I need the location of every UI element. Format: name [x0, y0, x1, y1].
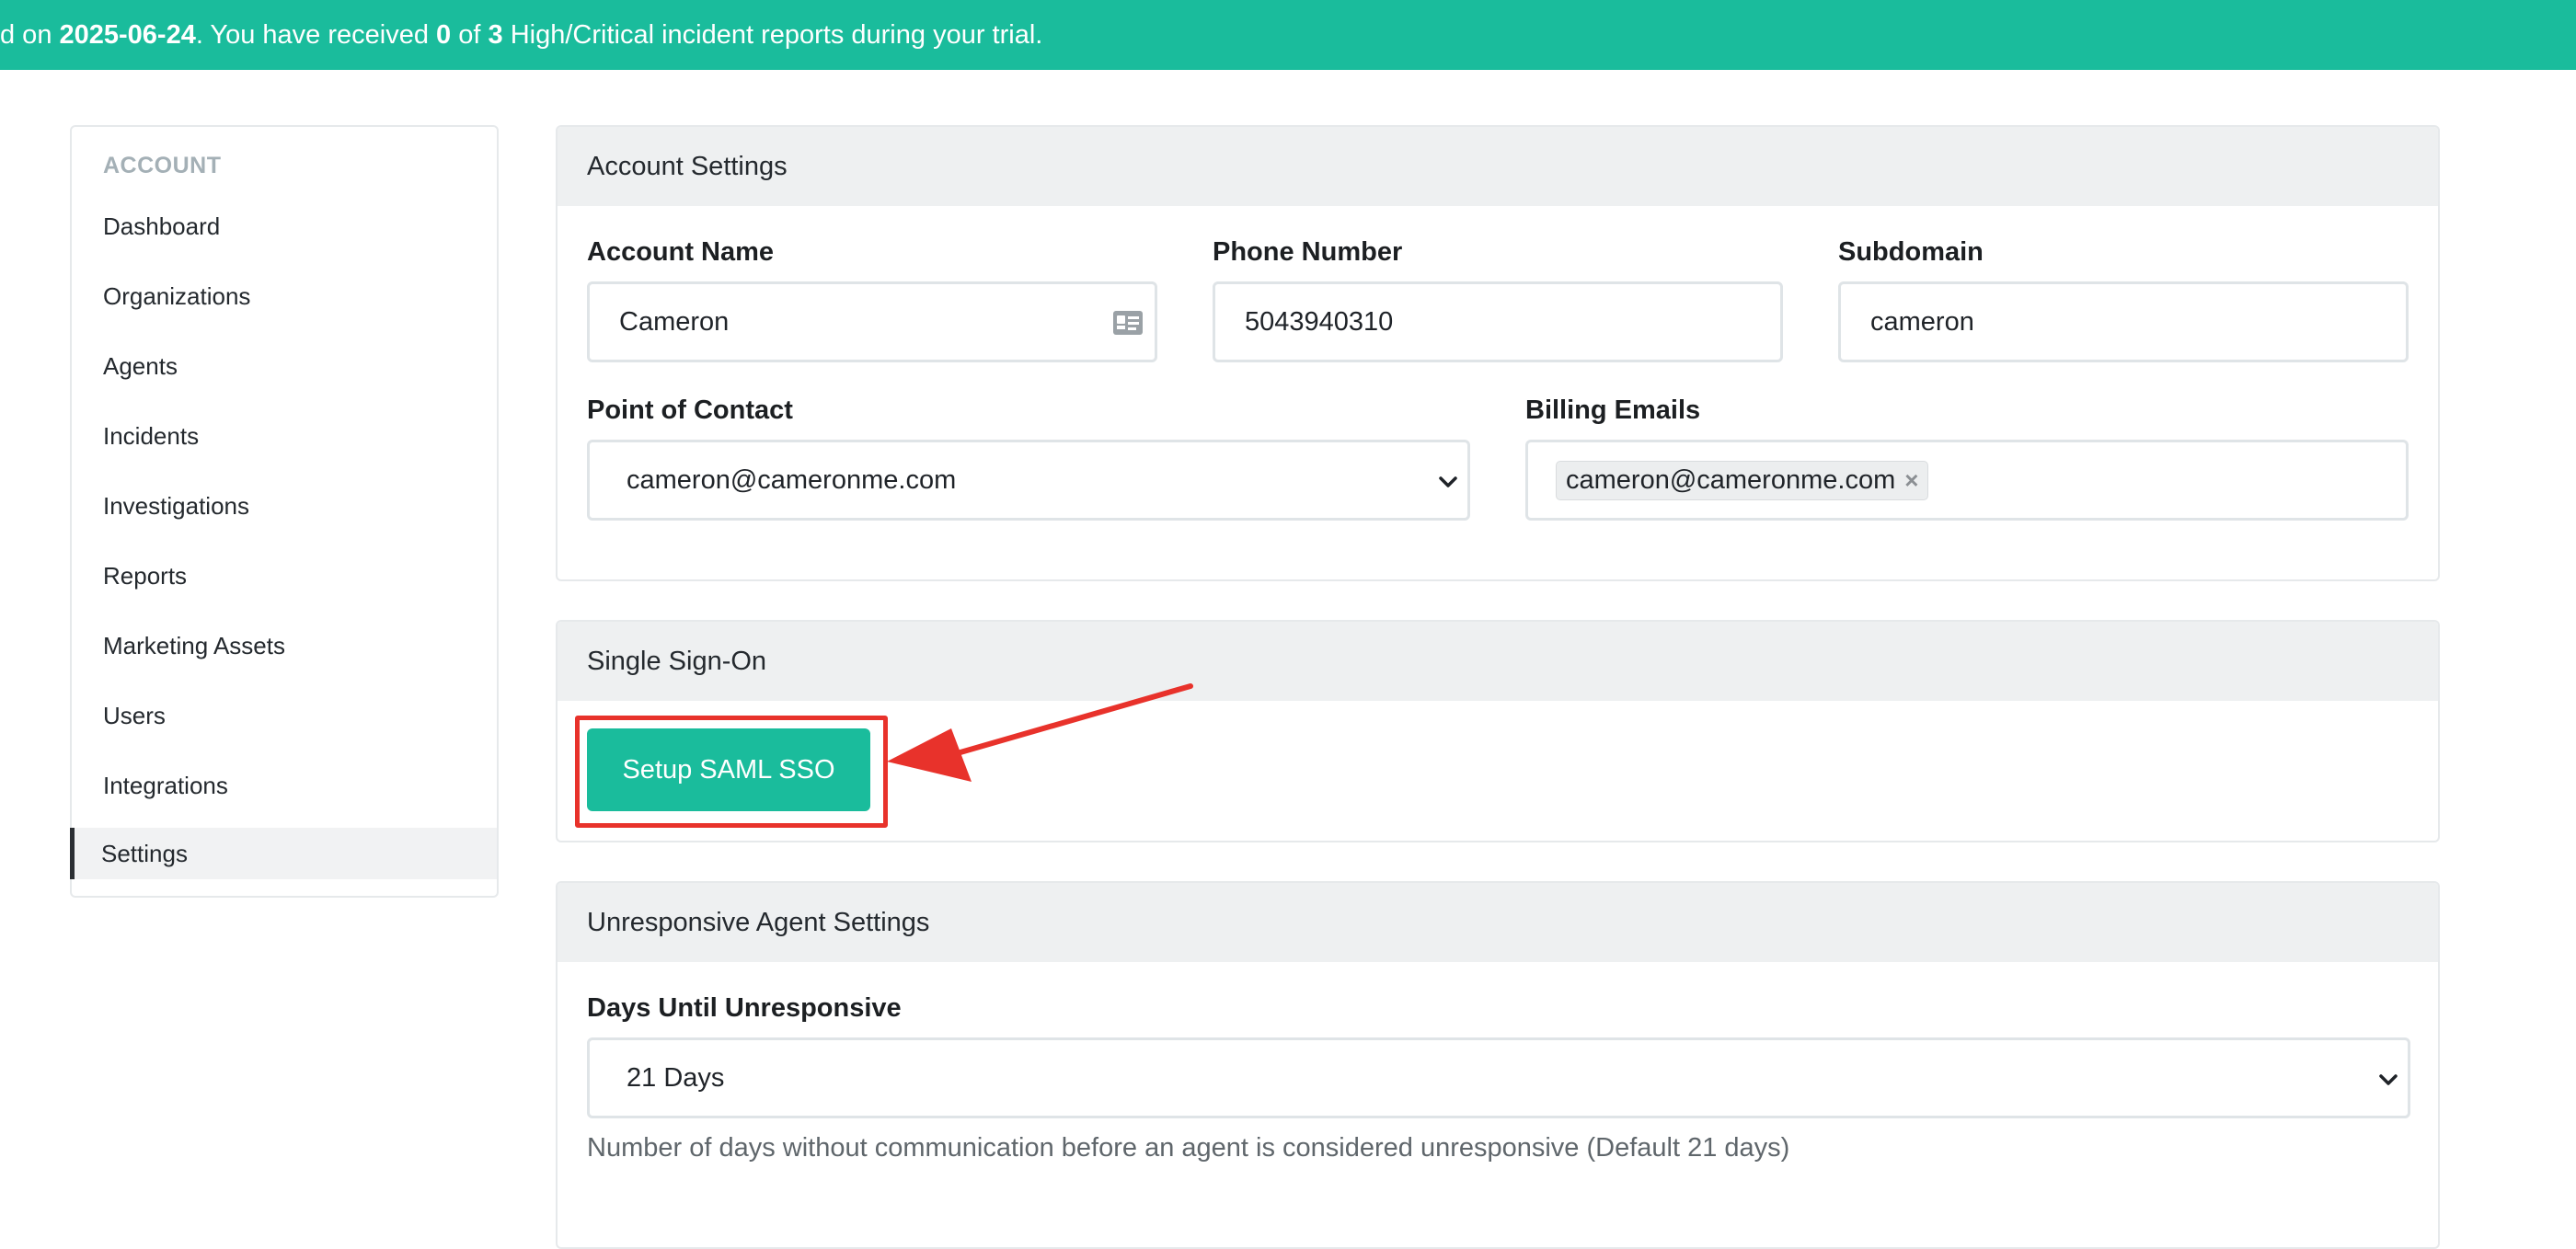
sidebar-item-integrations[interactable]: Integrations — [72, 760, 497, 811]
billing-email-tag: cameron@cameronme.com × — [1556, 460, 1929, 500]
account-name-label: Account Name — [587, 237, 775, 267]
point-of-contact-value: cameron@cameronme.com — [627, 464, 957, 495]
sidebar-item-users[interactable]: Users — [72, 690, 497, 741]
sidebar-item-investigations[interactable]: Investigations — [72, 480, 497, 532]
phone-number-label: Phone Number — [1213, 237, 1403, 267]
sidebar: ACCOUNT Dashboard Organizations Agents I… — [70, 125, 499, 898]
sidebar-heading: ACCOUNT — [103, 153, 222, 178]
banner-date: 2025-06-24 — [59, 19, 196, 50]
panel-title-sso: Single Sign-On — [558, 622, 2438, 701]
sidebar-item-agents[interactable]: Agents — [72, 340, 497, 392]
unresponsive-agent-panel: Unresponsive Agent Settings Days Until U… — [556, 881, 2440, 1249]
arrow-annotation-icon — [887, 683, 1193, 782]
annotation-highlight-box — [575, 716, 888, 828]
sidebar-item-incidents[interactable]: Incidents — [72, 410, 497, 462]
billing-emails-input[interactable]: cameron@cameronme.com × — [1525, 440, 2409, 521]
phone-number-value: 5043940310 — [1245, 306, 1394, 337]
phone-number-input[interactable]: 5043940310 — [1213, 281, 1783, 362]
trial-banner: d on 2025-06-24. You have received 0 of … — [0, 0, 2576, 70]
days-until-unresponsive-label: Days Until Unresponsive — [587, 993, 902, 1023]
days-until-unresponsive-select[interactable]: 21 Days — [587, 1037, 2410, 1118]
chevron-down-icon — [1436, 470, 1460, 494]
sidebar-item-reports[interactable]: Reports — [72, 550, 497, 602]
chevron-down-icon — [2376, 1068, 2400, 1092]
sidebar-item-organizations[interactable]: Organizations — [72, 270, 497, 322]
banner-received-count: 0 — [436, 19, 452, 50]
account-name-value: Cameron — [619, 306, 730, 337]
point-of-contact-select[interactable]: cameron@cameronme.com — [587, 440, 1470, 521]
account-name-input[interactable]: Cameron — [587, 281, 1157, 362]
account-settings-panel: Account Settings Account Name Cameron Ph… — [556, 125, 2440, 581]
subdomain-input[interactable]: cameron — [1838, 281, 2409, 362]
sidebar-item-settings[interactable]: Settings — [70, 828, 497, 879]
billing-email-tag-label: cameron@cameronme.com — [1566, 464, 1896, 495]
sidebar-item-dashboard[interactable]: Dashboard — [72, 201, 497, 252]
close-icon[interactable]: × — [1904, 466, 1918, 495]
subdomain-label: Subdomain — [1838, 237, 1984, 267]
billing-emails-label: Billing Emails — [1525, 395, 1701, 425]
sidebar-item-marketing-assets[interactable]: Marketing Assets — [72, 620, 497, 671]
panel-title-unresponsive: Unresponsive Agent Settings — [558, 883, 2438, 962]
panel-title-account-settings: Account Settings — [558, 127, 2438, 206]
days-until-unresponsive-help: Number of days without communication bef… — [587, 1133, 1790, 1163]
id-card-icon — [1112, 310, 1144, 343]
days-until-unresponsive-value: 21 Days — [627, 1062, 725, 1093]
subdomain-value: cameron — [1870, 306, 1974, 337]
point-of-contact-label: Point of Contact — [587, 395, 793, 425]
banner-total-count: 3 — [488, 19, 503, 50]
banner-text: d on 2025-06-24. You have received 0 of … — [0, 19, 1043, 50]
